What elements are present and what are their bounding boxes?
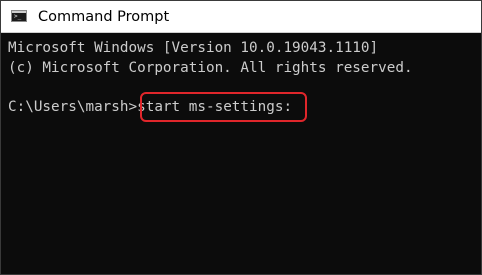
title-bar[interactable]: >_ Command Prompt — [1, 1, 481, 33]
console-copyright-line: (c) Microsoft Corporation. All rights re… — [8, 60, 413, 76]
command-prompt-window[interactable]: >_ Command Prompt Microsoft Windows [Ver… — [0, 0, 482, 275]
console-prompt: C:\Users\marsh> — [8, 99, 138, 115]
cmd-icon: >_ — [11, 10, 27, 22]
console-version-line: Microsoft Windows [Version 10.0.19043.11… — [8, 40, 379, 56]
command-highlight — [140, 92, 307, 122]
cmd-icon-prompt: >_ — [14, 13, 22, 20]
window-title: Command Prompt — [38, 9, 170, 25]
console-area[interactable]: Microsoft Windows [Version 10.0.19043.11… — [1, 33, 481, 274]
